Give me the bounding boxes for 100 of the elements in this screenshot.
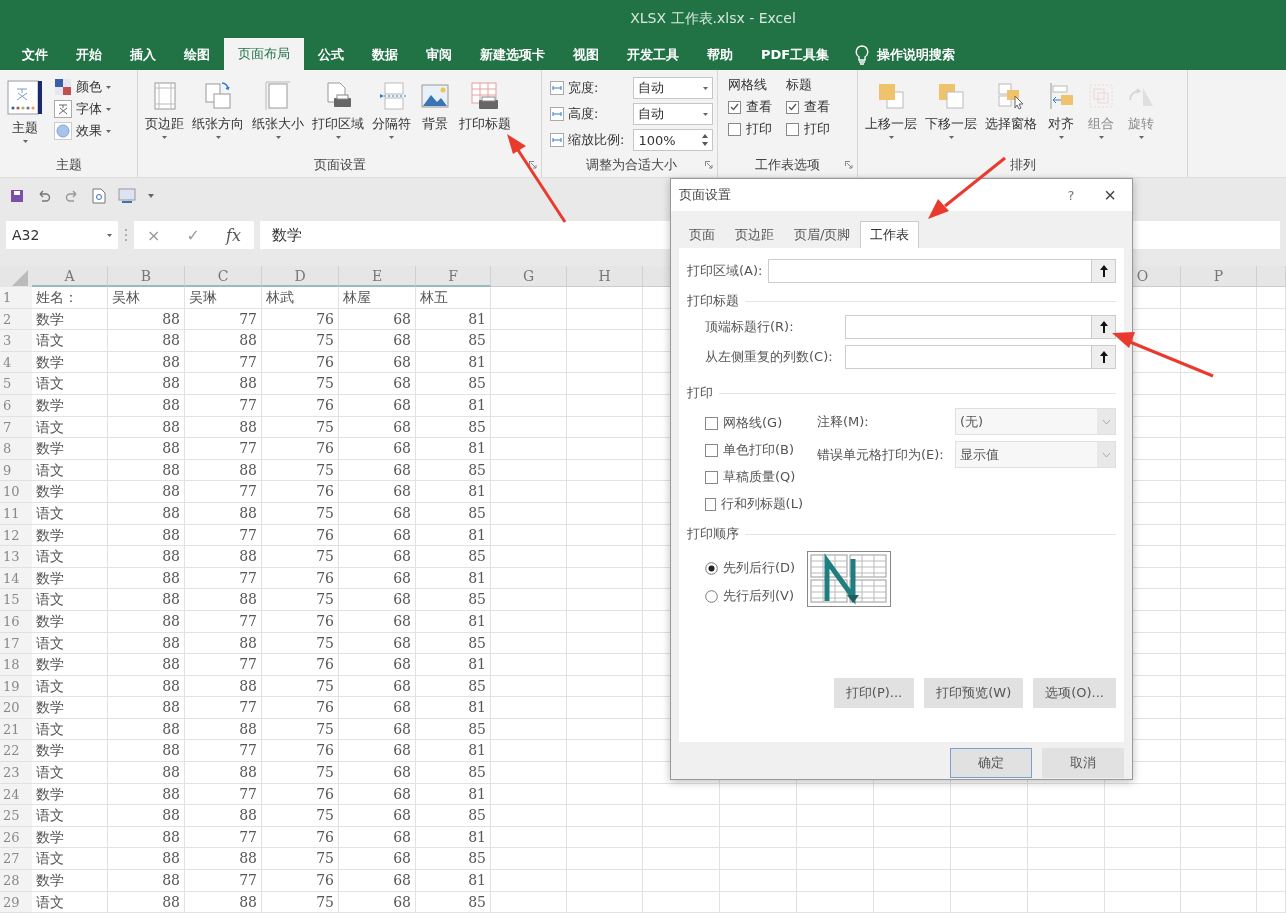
dialog-button[interactable]: 打印预览(W): [924, 678, 1024, 708]
theme-option-button[interactable]: 字体: [54, 100, 111, 118]
row-header[interactable]: 4: [0, 351, 32, 374]
ribbon-button[interactable]: 下移一层: [922, 74, 980, 155]
row-header[interactable]: 26: [0, 826, 32, 849]
checkbox[interactable]: [786, 122, 799, 136]
name-box[interactable]: A32: [6, 221, 118, 249]
dropdown-field[interactable]: (无): [955, 408, 1116, 435]
spin-box[interactable]: 100%: [633, 129, 713, 151]
row-header[interactable]: 17: [0, 632, 32, 655]
enter-button[interactable]: ✓: [186, 225, 200, 245]
collapse-dialog-button[interactable]: [1091, 346, 1115, 368]
dialog-tab[interactable]: 页眉/页脚: [784, 221, 861, 248]
ribbon-tab[interactable]: 新建选项卡: [466, 40, 559, 70]
launcher-icon[interactable]: [845, 161, 853, 169]
row-header[interactable]: 11: [0, 502, 32, 525]
ribbon-tab[interactable]: 插入: [116, 40, 170, 70]
row-header[interactable]: 23: [0, 762, 32, 784]
themes-button[interactable]: 主题: [4, 74, 46, 155]
column-header[interactable]: C: [185, 266, 262, 287]
column-header[interactable]: G: [491, 266, 567, 287]
dropdown-field[interactable]: 显示值: [955, 441, 1116, 468]
row-header[interactable]: 27: [0, 848, 32, 871]
launcher-icon[interactable]: [529, 161, 537, 169]
row-header[interactable]: 15: [0, 589, 32, 611]
checkbox[interactable]: [728, 100, 741, 114]
column-header[interactable]: D: [262, 266, 339, 287]
dialog-button[interactable]: 打印(P)...: [833, 678, 915, 708]
ribbon-tab[interactable]: 绘图: [170, 40, 224, 70]
row-header[interactable]: 24: [0, 783, 32, 806]
help-button[interactable]: ?: [1059, 187, 1083, 203]
checkbox[interactable]: [786, 100, 799, 114]
row-header[interactable]: 21: [0, 718, 32, 741]
row-header[interactable]: 13: [0, 546, 32, 568]
ribbon-tab[interactable]: 数据: [358, 40, 412, 70]
row-header[interactable]: 6: [0, 394, 32, 417]
row-header[interactable]: 8: [0, 438, 32, 460]
ribbon-button[interactable]: 选择窗格: [982, 74, 1040, 155]
ribbon-tab[interactable]: PDF工具集: [747, 40, 844, 70]
dialog-button[interactable]: 选项(O)...: [1033, 678, 1116, 708]
tell-me-search[interactable]: 操作说明搜索: [877, 46, 956, 64]
checkbox[interactable]: [705, 470, 718, 484]
dialog-tab[interactable]: 页边距: [725, 221, 784, 248]
dropdown-field[interactable]: 自动: [633, 77, 713, 99]
row-header[interactable]: 29: [0, 891, 32, 914]
theme-option-button[interactable]: 效果: [54, 122, 111, 140]
row-header[interactable]: 3: [0, 330, 32, 352]
input-field[interactable]: [845, 315, 1116, 339]
dropdown-field[interactable]: 自动: [633, 103, 713, 125]
row-header[interactable]: 28: [0, 870, 32, 892]
cancel-entry-button[interactable]: ×: [147, 225, 161, 245]
ribbon-button[interactable]: 上移一层: [862, 74, 920, 155]
print-preview-icon[interactable]: [92, 188, 106, 204]
checkbox[interactable]: [705, 497, 716, 511]
row-header[interactable]: 1: [0, 287, 32, 309]
ribbon-button[interactable]: 打印区域: [309, 74, 367, 155]
launcher-icon[interactable]: [705, 161, 713, 169]
ribbon-tab[interactable]: 开始: [62, 40, 116, 70]
row-header[interactable]: 18: [0, 654, 32, 676]
row-header[interactable]: 5: [0, 373, 32, 395]
row-header[interactable]: 22: [0, 740, 32, 763]
radio-button[interactable]: [705, 561, 718, 575]
row-header[interactable]: 10: [0, 481, 32, 503]
theme-option-button[interactable]: 颜色: [54, 78, 111, 96]
row-header[interactable]: 9: [0, 459, 32, 482]
column-header[interactable]: P: [1181, 266, 1257, 287]
input-field[interactable]: [768, 259, 1116, 283]
checkbox[interactable]: [705, 416, 718, 430]
customize-caret-icon[interactable]: [148, 194, 154, 198]
row-header[interactable]: 20: [0, 697, 32, 719]
cancel-button[interactable]: 取消: [1042, 748, 1124, 778]
checkbox[interactable]: [705, 443, 718, 457]
ribbon-tab[interactable]: 开发工具: [613, 40, 693, 70]
ribbon-tab[interactable]: 帮助: [693, 40, 747, 70]
collapse-dialog-button[interactable]: [1091, 260, 1115, 282]
ribbon-button[interactable]: 页边距: [142, 74, 187, 155]
ribbon-button[interactable]: 纸张方向: [189, 74, 247, 155]
column-header[interactable]: E: [339, 266, 416, 287]
ribbon-tab[interactable]: 公式: [304, 40, 358, 70]
ribbon-tab[interactable]: 文件: [8, 40, 62, 70]
row-header[interactable]: 7: [0, 416, 32, 439]
screen-icon[interactable]: [118, 188, 136, 204]
row-header[interactable]: 19: [0, 675, 32, 698]
column-header[interactable]: A: [32, 266, 108, 287]
ribbon-button[interactable]: 打印标题: [456, 74, 514, 155]
ok-button[interactable]: 确定: [950, 748, 1032, 778]
column-header[interactable]: B: [108, 266, 185, 287]
column-header[interactable]: F: [416, 266, 491, 287]
ribbon-button[interactable]: 对齐: [1042, 74, 1080, 155]
dialog-tab[interactable]: 页面: [679, 221, 725, 248]
input-field[interactable]: [845, 345, 1116, 369]
row-header[interactable]: 25: [0, 805, 32, 827]
collapse-dialog-button[interactable]: [1091, 316, 1115, 338]
checkbox[interactable]: [728, 122, 741, 136]
row-header[interactable]: 16: [0, 610, 32, 633]
insert-function-button[interactable]: fx: [226, 225, 241, 245]
ribbon-tab[interactable]: 页面布局: [224, 38, 304, 70]
column-header[interactable]: H: [567, 266, 643, 287]
close-button[interactable]: ×: [1096, 183, 1124, 207]
row-header[interactable]: 12: [0, 524, 32, 547]
